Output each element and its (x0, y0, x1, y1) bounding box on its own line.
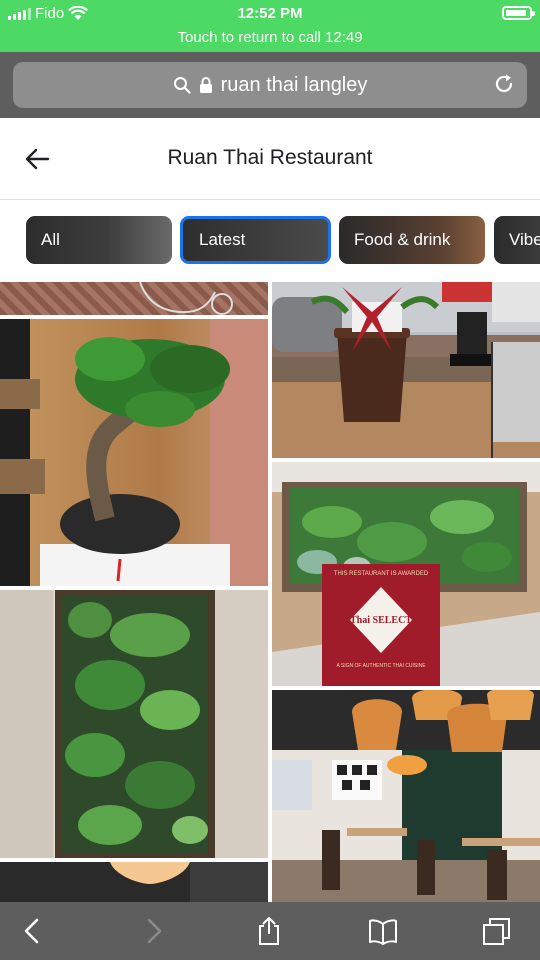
photo-filter-bar: All Latest Food & drink Vibe (0, 200, 540, 282)
card-tagline: A SIGN OF AUTHENTIC THAI CUISINE (336, 663, 426, 669)
battery-icon (502, 6, 535, 20)
bookmarks-icon[interactable] (368, 916, 398, 946)
call-status-banner[interactable]: Fido 12:52 PM Touch to return to call 12… (0, 0, 540, 52)
search-icon (173, 77, 191, 94)
filter-chip-vibe[interactable]: Vibe (494, 216, 540, 264)
toolbar-back-icon[interactable] (18, 916, 48, 946)
toolbar-forward-icon[interactable] (138, 916, 168, 946)
filter-chip-all[interactable]: All (26, 216, 172, 264)
filter-chip-latest[interactable]: Latest (180, 216, 331, 264)
lock-icon (199, 77, 212, 93)
url-text: ruan thai langley (220, 73, 368, 96)
photo-tile[interactable]: THIS RESTAURANT IS AWARDED Thai SELECT A… (272, 462, 540, 686)
browser-toolbar-top: ruan thai langley (0, 52, 540, 118)
browser-toolbar-bottom (0, 902, 540, 960)
photo-tile[interactable] (272, 282, 540, 458)
page-header: Ruan Thai Restaurant (0, 118, 540, 200)
photo-tile[interactable] (0, 319, 268, 586)
reload-icon[interactable] (493, 73, 515, 95)
filter-chip-food-and-drink[interactable]: Food & drink (339, 216, 485, 264)
photo-tile[interactable] (272, 690, 540, 902)
photo-tile[interactable] (0, 590, 268, 858)
card-heading: THIS RESTAURANT IS AWARDED (334, 571, 429, 577)
clock: 12:52 PM (237, 5, 303, 22)
photo-grid: THIS RESTAURANT IS AWARDED Thai SELECT A… (0, 282, 540, 902)
page-title: Ruan Thai Restaurant (167, 146, 373, 169)
share-icon[interactable] (254, 916, 284, 946)
address-bar[interactable]: ruan thai langley (13, 62, 527, 108)
photo-tile[interactable] (0, 862, 268, 902)
return-to-call-text: Touch to return to call 12:49 (177, 29, 363, 46)
card-logo-text: Thai SELECT (350, 615, 412, 626)
tabs-icon[interactable] (482, 916, 512, 946)
photo-tile[interactable] (0, 282, 268, 315)
